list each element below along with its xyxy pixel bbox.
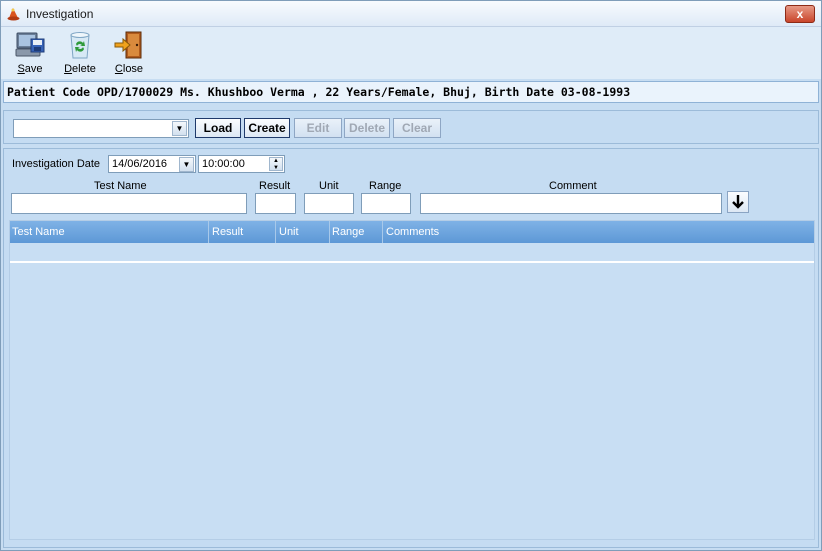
unit-label: Unit [319, 180, 339, 192]
create-button[interactable]: Create [244, 118, 290, 138]
delete-label: Delete [64, 63, 96, 75]
column-unit[interactable]: Unit [279, 226, 299, 238]
recycle-bin-icon [70, 32, 90, 59]
unit-input[interactable] [304, 193, 354, 214]
arrow-down-icon [732, 195, 744, 209]
close-button[interactable]: Close [107, 29, 151, 79]
save-button[interactable]: Save [8, 29, 52, 79]
investigation-window: Investigation x Save Delete Close Patien… [0, 0, 822, 551]
column-range[interactable]: Range [332, 226, 364, 238]
add-row-button[interactable] [727, 191, 749, 213]
column-separator [329, 221, 330, 243]
delete-record-button[interactable]: Delete [344, 118, 390, 138]
test-name-label: Test Name [94, 180, 147, 192]
column-separator [275, 221, 276, 243]
column-comments[interactable]: Comments [386, 226, 439, 238]
column-result[interactable]: Result [212, 226, 243, 238]
save-computer-icon [15, 32, 45, 57]
comment-label: Comment [549, 180, 597, 192]
calendar-dropdown-icon[interactable]: ▼ [179, 157, 194, 172]
investigation-time-field[interactable]: 10:00:00 ▲ ▼ [198, 155, 285, 173]
window-title: Investigation [26, 7, 94, 21]
grid-header: Test Name Result Unit Range Comments [10, 221, 814, 243]
clear-button[interactable]: Clear [393, 118, 441, 138]
patient-info-bar: Patient Code OPD/1700029 Ms. Khushboo Ve… [3, 81, 819, 103]
toolbar: Save Delete Close [1, 27, 821, 79]
title-bar: Investigation x [1, 1, 821, 27]
investigation-date-label: Investigation Date [12, 158, 101, 170]
investigation-select[interactable]: ▼ [13, 119, 189, 138]
exit-door-icon [114, 31, 142, 59]
test-name-input[interactable] [11, 193, 247, 214]
result-label: Result [259, 180, 291, 192]
save-label: Save [17, 63, 43, 75]
range-label: Range [369, 180, 402, 192]
edit-button[interactable]: Edit [294, 118, 342, 138]
time-value: 10:00:00 [202, 158, 245, 170]
grid-row-divider [10, 261, 814, 263]
investigation-grid[interactable]: Test Name Result Unit Range Comments [9, 220, 815, 540]
date-value: 14/06/2016 [112, 158, 168, 170]
column-separator [208, 221, 209, 243]
comment-input[interactable] [420, 193, 722, 214]
app-icon [7, 8, 20, 21]
patient-info-text: Patient Code OPD/1700029 Ms. Khushboo Ve… [7, 85, 631, 99]
column-separator [382, 221, 383, 243]
close-label: Close [114, 63, 144, 75]
delete-button[interactable]: Delete [58, 29, 102, 79]
entry-panel: Investigation Date 14/06/2016 ▼ 10:00:00… [3, 148, 819, 548]
time-spinner-icon[interactable]: ▲ ▼ [269, 157, 283, 171]
action-panel: ▼ Load Create Edit Delete Clear [3, 110, 819, 144]
column-test-name[interactable]: Test Name [12, 226, 65, 238]
close-window-button[interactable]: x [785, 5, 815, 23]
investigation-date-picker[interactable]: 14/06/2016 ▼ [108, 155, 196, 173]
load-button[interactable]: Load [195, 118, 241, 138]
chevron-down-icon[interactable]: ▼ [172, 121, 187, 136]
result-input[interactable] [255, 193, 296, 214]
range-input[interactable] [361, 193, 411, 214]
